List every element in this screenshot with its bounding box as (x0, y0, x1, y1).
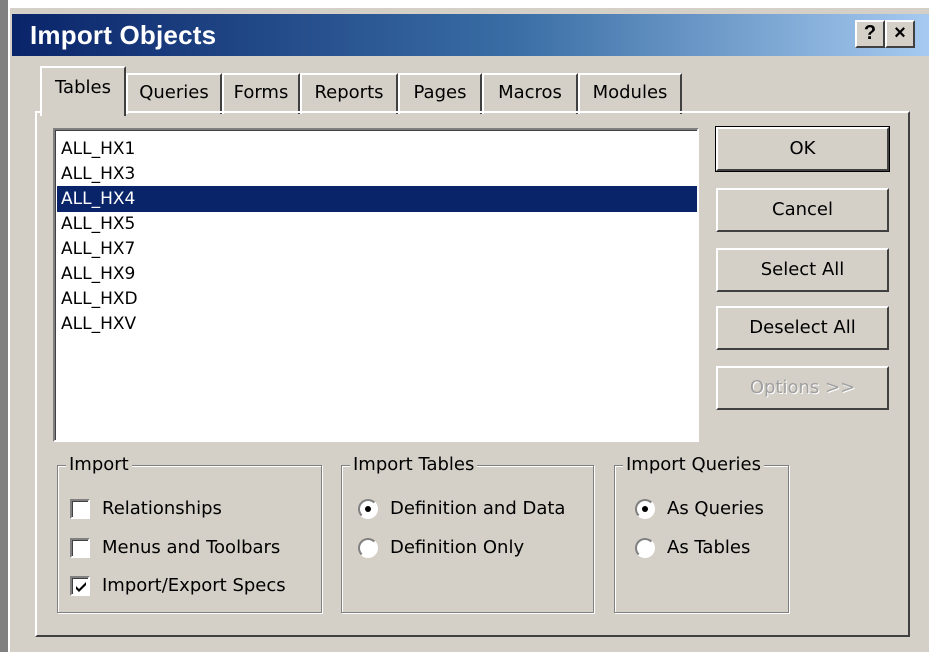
tab-forms[interactable]: Forms (222, 73, 300, 114)
list-item[interactable]: ALL_HX1 (57, 136, 697, 162)
tab-macros[interactable]: Macros (482, 73, 578, 114)
help-button[interactable]: ? (855, 20, 885, 48)
menus-toolbars-label: Menus and Toolbars (102, 537, 281, 558)
list-item[interactable]: ALL_HX7 (57, 236, 697, 262)
radio-dot-icon (642, 506, 648, 512)
list-item[interactable]: ALL_HX3 (57, 161, 697, 187)
tab-forms-label: Forms (233, 82, 289, 103)
select-all-button[interactable]: Select All (716, 248, 889, 292)
import-tables-group-label: Import Tables (350, 453, 478, 477)
radio-button (635, 538, 655, 558)
list-item[interactable]: ALL_HX9 (57, 261, 697, 287)
ok-button[interactable]: OK (715, 126, 890, 172)
definition-only-label: Definition Only (390, 537, 525, 558)
import-queries-group-label: Import Queries (623, 453, 764, 477)
as-queries-label: As Queries (667, 498, 764, 519)
options-button[interactable]: Options >> (716, 366, 889, 410)
tab-tables-label: Tables (55, 77, 111, 98)
tab-pages[interactable]: Pages (398, 73, 482, 114)
radio-button (358, 499, 378, 519)
checkbox-box (70, 499, 90, 519)
list-item[interactable]: ALL_HXV (57, 311, 697, 337)
list-item[interactable]: ALL_HX5 (57, 211, 697, 237)
tab-queries-label: Queries (139, 82, 209, 103)
title-bar[interactable]: Import Objects ? × (12, 14, 929, 56)
as-tables-label: As Tables (667, 537, 751, 558)
close-button[interactable]: × (885, 20, 915, 48)
tab-modules[interactable]: Modules (578, 73, 682, 114)
tab-reports-label: Reports (314, 82, 384, 103)
import-group-label: Import (66, 453, 132, 477)
checkbox-box (70, 576, 90, 596)
list-item[interactable]: ALL_HXD (57, 286, 697, 312)
radio-dot-icon (365, 506, 371, 512)
definition-and-data-label: Definition and Data (390, 498, 566, 519)
dialog-title: Import Objects (30, 20, 217, 50)
radio-button (358, 538, 378, 558)
radio-button (635, 499, 655, 519)
import-export-specs-label: Import/Export Specs (102, 575, 286, 596)
close-icon: × (894, 22, 906, 44)
object-listbox[interactable]: ALL_HX1 ALL_HX3 ALL_HX4 ALL_HX5 ALL_HX7 … (53, 128, 699, 442)
tab-macros-label: Macros (498, 82, 562, 103)
list-item-selected[interactable]: ALL_HX4 (57, 186, 697, 212)
checkmark-icon (76, 582, 86, 592)
window-edge (0, 0, 8, 652)
tab-reports[interactable]: Reports (300, 73, 398, 114)
tab-queries[interactable]: Queries (126, 73, 222, 114)
tab-tables[interactable]: Tables (40, 66, 126, 118)
cancel-button[interactable]: Cancel (716, 188, 889, 232)
tab-pages-label: Pages (413, 82, 467, 103)
checkbox-box (70, 538, 90, 558)
help-icon: ? (863, 22, 877, 44)
relationships-label: Relationships (102, 498, 222, 519)
tab-modules-label: Modules (592, 82, 668, 103)
deselect-all-button[interactable]: Deselect All (716, 306, 889, 350)
